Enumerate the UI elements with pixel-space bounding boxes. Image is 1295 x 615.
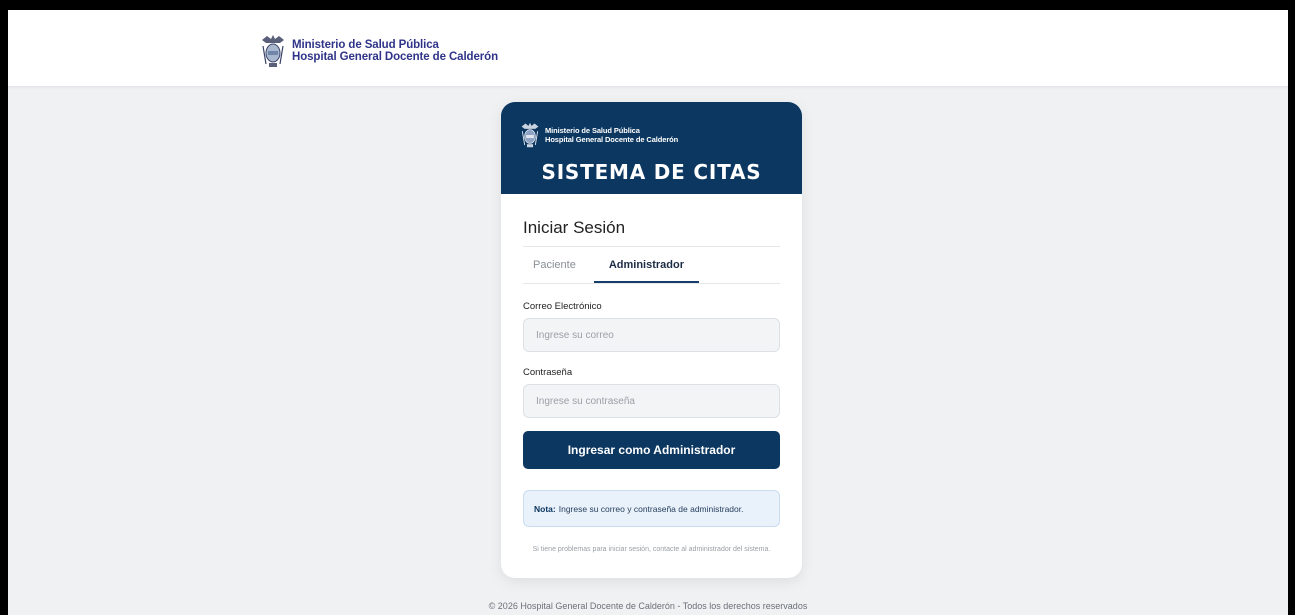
admin-login-button[interactable]: Ingresar como Administrador: [523, 431, 780, 469]
browser-viewport: Ministerio de Salud Pública Hospital Gen…: [8, 10, 1288, 615]
password-field[interactable]: [523, 384, 780, 418]
top-navbar: Ministerio de Salud Pública Hospital Gen…: [8, 10, 1288, 87]
header-brand-line2: Hospital General Docente de Calderón: [292, 51, 499, 63]
email-label: Correo Electrónico: [523, 301, 602, 312]
login-card: Ministerio de Salud Pública Hospital Gen…: [501, 102, 802, 578]
note-prefix: Nota:: [534, 503, 556, 514]
help-text: Si tiene problemas para iniciar sesión, …: [532, 546, 771, 553]
card-brand-line1: Ministerio de Salud Pública: [545, 126, 640, 135]
header-brand-line1: Ministerio de Salud Pública: [292, 39, 439, 51]
tab-paciente[interactable]: Paciente: [523, 247, 586, 283]
card-header: Ministerio de Salud Pública Hospital Gen…: [501, 102, 802, 194]
system-title: SISTEMA DE CITAS: [541, 160, 762, 184]
ecuador-coat-of-arms-icon: [262, 35, 284, 67]
password-label: Contraseña: [523, 367, 573, 378]
info-note: Nota: Ingrese su correo y contraseña de …: [523, 490, 780, 527]
login-title: Iniciar Sesión: [523, 218, 780, 247]
tab-administrador[interactable]: Administrador: [593, 247, 699, 283]
email-field[interactable]: [523, 318, 780, 352]
header-brand[interactable]: Ministerio de Salud Pública Hospital Gen…: [260, 34, 498, 68]
ecuador-coat-of-arms-icon: [521, 122, 539, 148]
login-form: Iniciar Sesión Paciente Administrador Co…: [501, 218, 802, 555]
card-brand: Ministerio de Salud Pública Hospital Gen…: [520, 122, 678, 148]
page-footer: © 2026 Hospital General Docente de Calde…: [488, 601, 808, 611]
login-tabs: Paciente Administrador: [523, 247, 780, 284]
card-brand-line2: Hospital General Docente de Calderón: [545, 135, 679, 144]
note-text: Ingrese su correo y contraseña de admini…: [558, 503, 744, 514]
